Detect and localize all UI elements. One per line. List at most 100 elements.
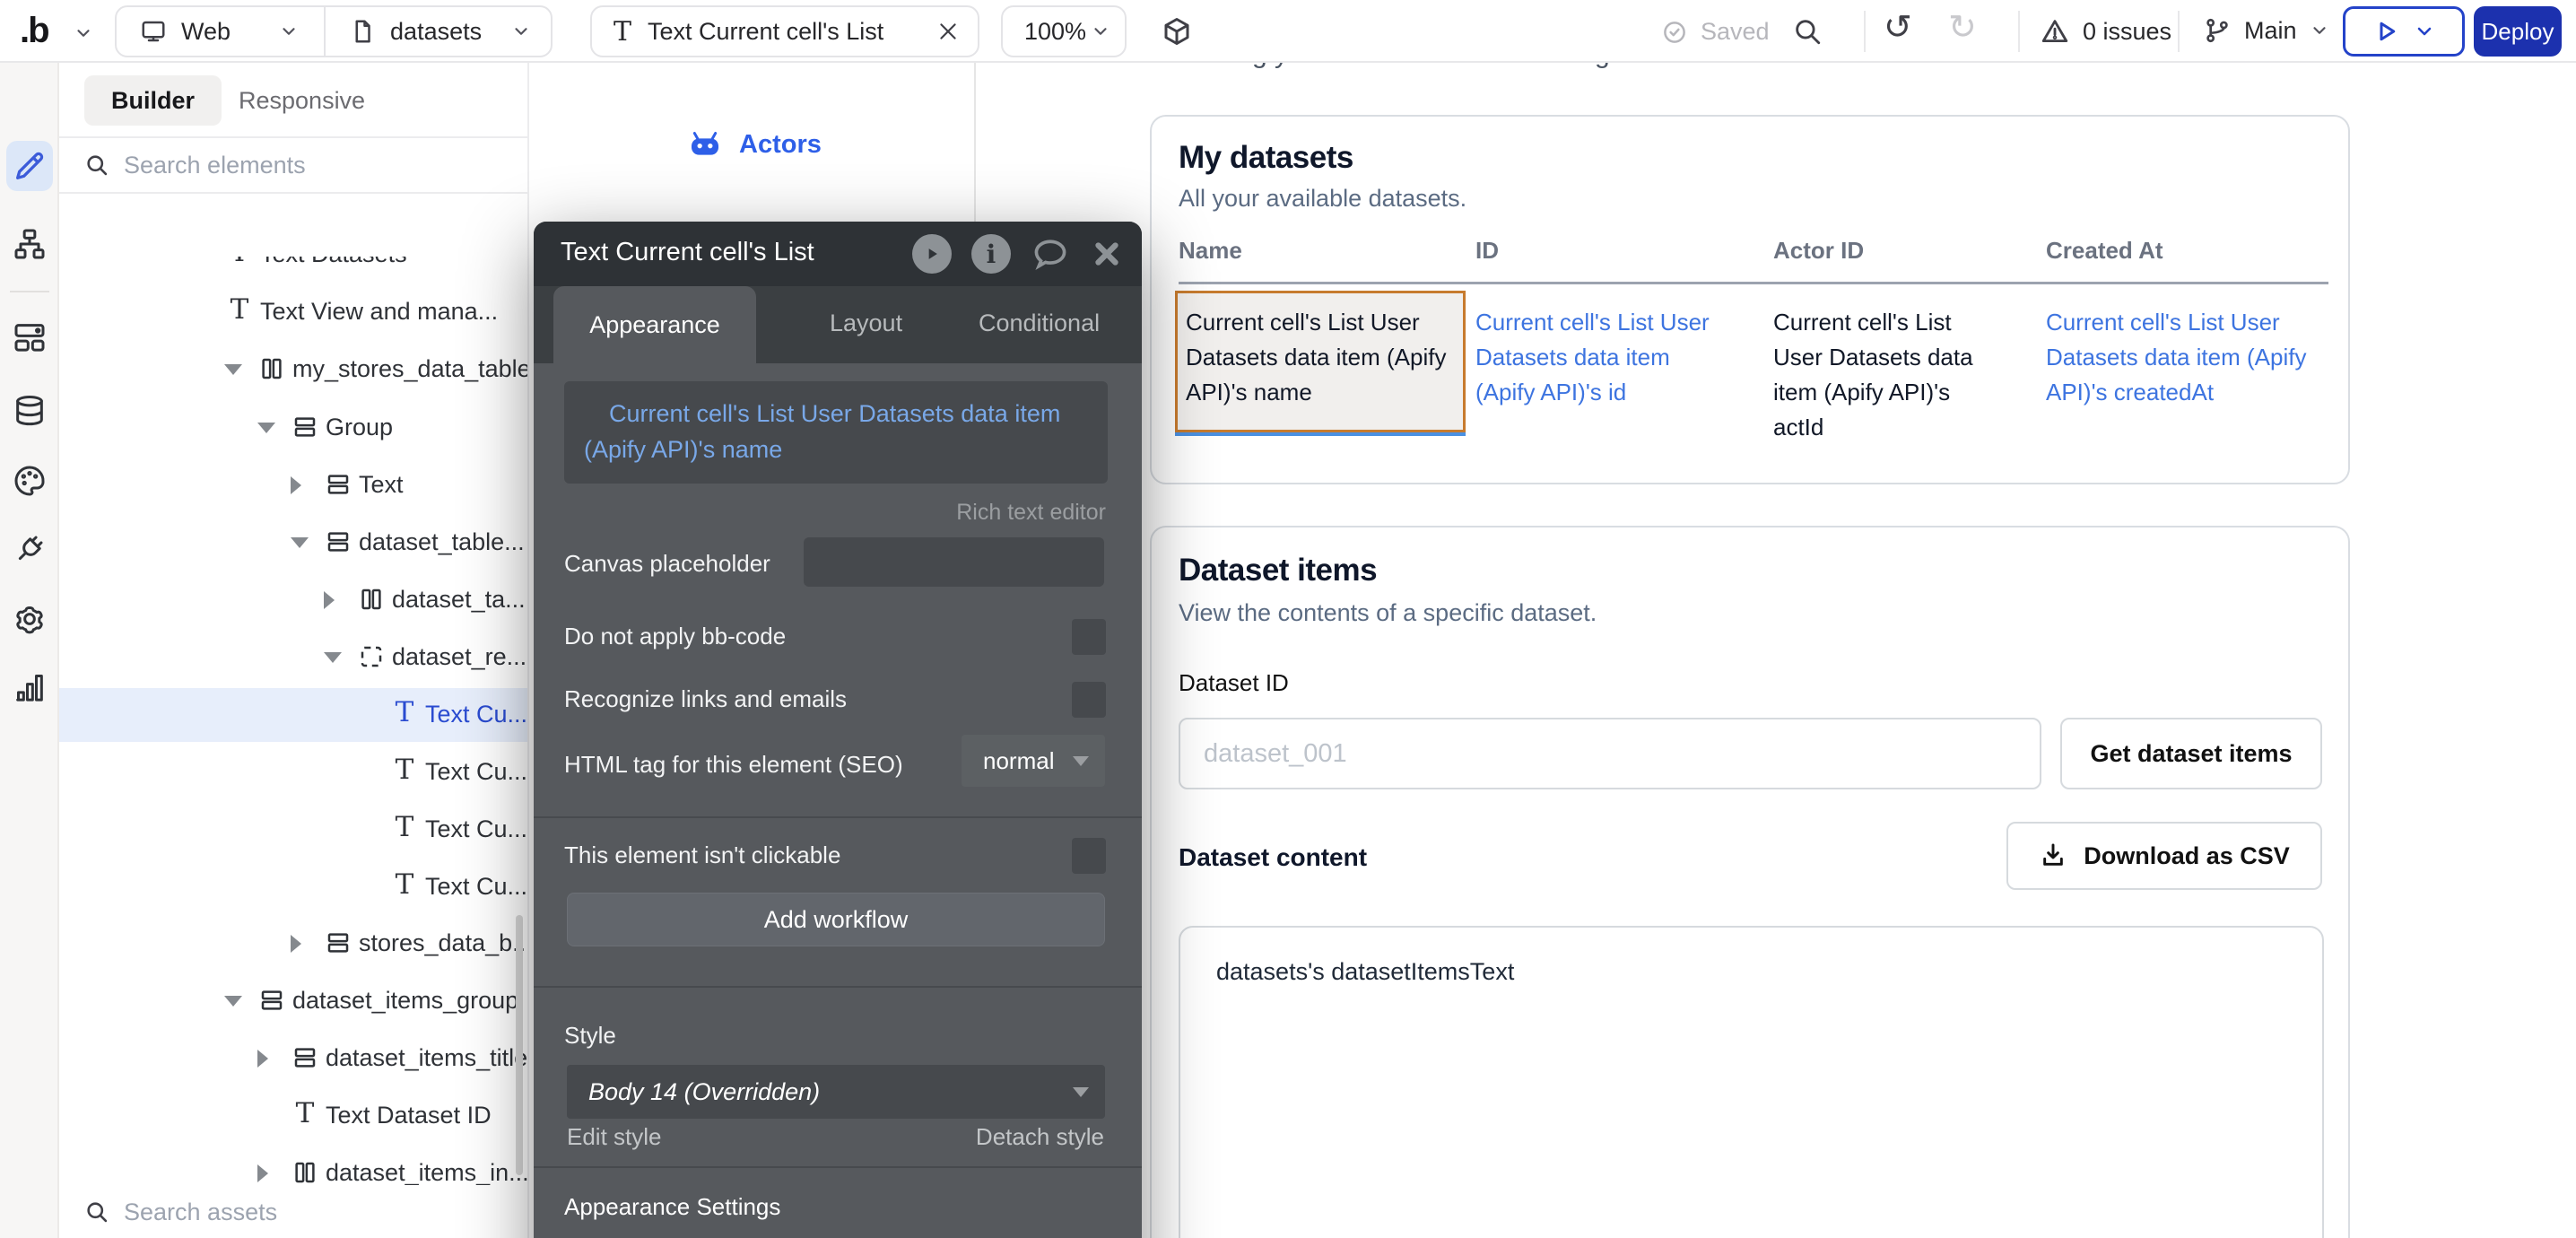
tab-builder[interactable]: Builder bbox=[84, 75, 222, 126]
tab-appearance-active[interactable]: Appearance bbox=[553, 286, 756, 363]
bar-chart-icon bbox=[12, 669, 48, 705]
rail-item-styles[interactable] bbox=[12, 463, 48, 499]
issues-indicator[interactable]: 0 issues bbox=[2040, 16, 2171, 47]
monitor-icon bbox=[140, 18, 167, 45]
get-dataset-items-button[interactable]: Get dataset items bbox=[2060, 718, 2322, 789]
property-editor-header[interactable]: Text Current cell's List i bbox=[534, 222, 1142, 286]
run-element-button[interactable] bbox=[912, 234, 952, 274]
bbcode-checkbox[interactable] bbox=[1072, 619, 1106, 655]
tree-item[interactable]: T Text Cu... bbox=[59, 803, 527, 857]
rail-item-workflow[interactable] bbox=[12, 226, 48, 262]
cell-name[interactable]: Current cell's List User Datasets data i… bbox=[1186, 305, 1457, 410]
search-icon[interactable] bbox=[1792, 16, 1823, 47]
rail-item-plugins[interactable] bbox=[12, 531, 48, 567]
detach-style-link[interactable]: Detach style bbox=[976, 1123, 1104, 1151]
caret-down-icon[interactable] bbox=[224, 364, 242, 375]
caret-down-icon[interactable] bbox=[224, 996, 242, 1007]
tree-item-selected[interactable]: T Text Cu... bbox=[59, 688, 527, 742]
page-chevron-icon[interactable] bbox=[511, 22, 531, 41]
style-section-label: Style bbox=[564, 1022, 616, 1050]
caret-right-icon[interactable] bbox=[257, 1050, 268, 1068]
rail-item-settings[interactable] bbox=[12, 601, 48, 637]
tree-item[interactable]: dataset_re... bbox=[59, 631, 527, 684]
tree-item[interactable]: dataset_items_group bbox=[59, 974, 527, 1028]
tree-item[interactable]: T Text Datasets bbox=[59, 257, 527, 282]
deploy-button[interactable]: Deploy bbox=[2474, 6, 2562, 57]
tree-item[interactable]: dataset_ta... bbox=[59, 573, 527, 627]
branch-selector[interactable]: Main bbox=[2203, 16, 2329, 45]
actors-nav-item[interactable]: Actors bbox=[687, 129, 822, 160]
preview-button[interactable] bbox=[2343, 6, 2465, 57]
tree-item[interactable]: dataset_items_title bbox=[59, 1032, 527, 1085]
tree-item[interactable]: T Text Cu... bbox=[59, 745, 527, 799]
text-content-expression[interactable]: Current cell's List User Datasets data i… bbox=[564, 381, 1108, 484]
tree-item[interactable]: stores_data_b... bbox=[59, 917, 527, 971]
tab-layout[interactable]: Layout bbox=[830, 310, 902, 337]
text-element-icon: T bbox=[226, 296, 253, 323]
close-tab-icon[interactable] bbox=[936, 20, 960, 43]
property-editor[interactable]: Text Current cell's List i Appearance La… bbox=[534, 222, 1142, 1238]
close-icon[interactable] bbox=[1090, 237, 1124, 271]
appearance-settings-label: Appearance Settings bbox=[564, 1193, 780, 1221]
search-elements-input[interactable] bbox=[124, 152, 465, 179]
tab-responsive[interactable]: Responsive bbox=[219, 75, 385, 126]
dataset-id-input[interactable] bbox=[1204, 739, 1993, 769]
tree-item[interactable]: T Text View and mana... bbox=[59, 285, 527, 339]
tree-item-label: Text Cu... bbox=[425, 873, 527, 901]
element-tab[interactable]: T Text Current cell's List bbox=[590, 5, 979, 57]
download-csv-button[interactable]: Download as CSV bbox=[2006, 822, 2322, 890]
cell-id[interactable]: Current cell's List User Datasets data i… bbox=[1475, 305, 1728, 410]
tree-item[interactable]: dataset_table... bbox=[59, 516, 527, 570]
recognize-links-checkbox[interactable] bbox=[1072, 682, 1106, 718]
canvas-placeholder-input[interactable] bbox=[804, 537, 1104, 587]
property-editor-tabs: Appearance Layout Conditional bbox=[534, 286, 1142, 363]
caret-down-icon[interactable] bbox=[324, 652, 342, 663]
tree-item[interactable]: Text bbox=[59, 458, 527, 512]
rich-text-editor-link[interactable]: Rich text editor bbox=[956, 500, 1106, 526]
table-header-divider bbox=[1179, 282, 2328, 284]
rail-item-logs[interactable] bbox=[12, 669, 48, 705]
caret-down-icon[interactable] bbox=[291, 537, 309, 548]
element-info-button[interactable]: i bbox=[971, 234, 1011, 274]
page-name[interactable]: datasets bbox=[390, 18, 482, 46]
tree-item[interactable]: T Text Dataset ID bbox=[59, 1089, 527, 1143]
database-icon bbox=[12, 393, 48, 429]
text-element-icon: T bbox=[226, 257, 253, 266]
element-tree[interactable]: T Text Datasets T Text View and mana... … bbox=[59, 257, 527, 1185]
platform-chevron-icon[interactable] bbox=[279, 22, 299, 41]
tree-scrollbar[interactable] bbox=[516, 915, 523, 1175]
rail-item-data[interactable] bbox=[12, 393, 48, 429]
cell-created-at[interactable]: Current cell's List User Datasets data i… bbox=[2046, 305, 2345, 410]
style-select[interactable]: Body 14 (Overridden) bbox=[567, 1065, 1105, 1119]
redo-icon[interactable]: ↻ bbox=[1948, 7, 1977, 48]
divider bbox=[1864, 11, 1866, 52]
edit-style-link[interactable]: Edit style bbox=[567, 1123, 662, 1151]
tree-item[interactable]: dataset_items_in... bbox=[59, 1146, 527, 1185]
rail-item-components[interactable] bbox=[12, 319, 48, 355]
caret-right-icon[interactable] bbox=[291, 476, 301, 494]
caret-right-icon[interactable] bbox=[291, 935, 301, 953]
platform-label[interactable]: Web bbox=[181, 18, 231, 46]
tab-conditional[interactable]: Conditional bbox=[979, 310, 1100, 337]
add-workflow-button[interactable]: Add workflow bbox=[567, 893, 1105, 946]
cell-actor-id[interactable]: Current cell's List User Datasets data i… bbox=[1773, 305, 1999, 445]
caret-right-icon[interactable] bbox=[257, 1164, 268, 1182]
tree-item[interactable]: my_stores_data_table bbox=[59, 343, 527, 397]
package-icon[interactable] bbox=[1161, 15, 1193, 48]
my-datasets-card: My datasets All your available datasets.… bbox=[1150, 115, 2350, 484]
tree-item[interactable]: Group bbox=[59, 401, 527, 455]
caret-right-icon[interactable] bbox=[324, 591, 335, 609]
not-clickable-checkbox[interactable] bbox=[1072, 838, 1106, 874]
preview-chevron-icon[interactable] bbox=[2414, 21, 2435, 42]
caret-down-icon[interactable] bbox=[257, 423, 275, 433]
comment-icon[interactable] bbox=[1031, 234, 1070, 274]
search-assets-input[interactable] bbox=[124, 1199, 465, 1226]
tree-item[interactable]: T Text Cu... bbox=[59, 860, 527, 914]
undo-icon[interactable]: ↺ bbox=[1884, 7, 1912, 48]
rail-item-design-active[interactable] bbox=[6, 141, 53, 191]
logo-menu-chevron-icon[interactable] bbox=[74, 23, 93, 43]
bubble-logo[interactable]: .b bbox=[20, 11, 48, 51]
zoom-select[interactable]: 100% bbox=[1001, 5, 1127, 57]
dataset-content-box[interactable]: datasets's datasetItemsText bbox=[1179, 926, 2324, 1238]
html-tag-select[interactable]: normal bbox=[962, 735, 1105, 787]
